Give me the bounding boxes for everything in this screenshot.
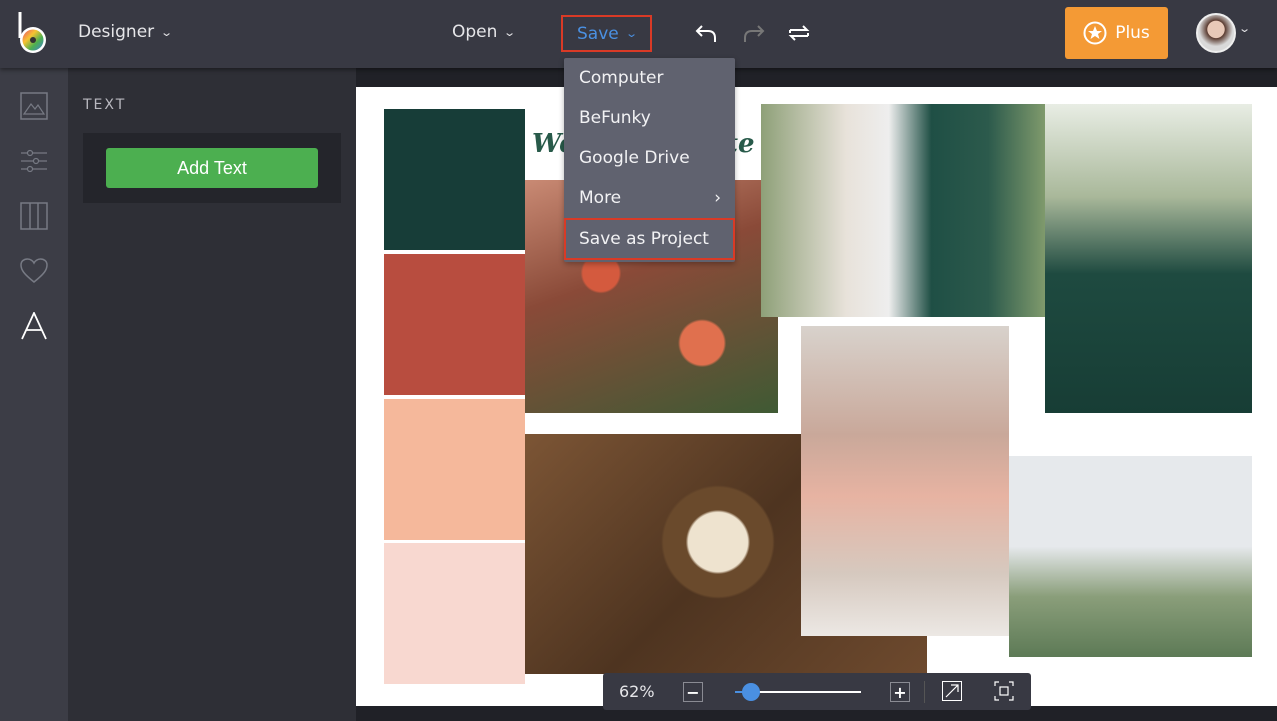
design-canvas[interactable]: We te — [356, 87, 1277, 706]
add-text-section: Add Text — [83, 133, 341, 203]
chevron-down-icon: ⌄ — [624, 27, 638, 40]
chevron-down-icon: ⌄ — [160, 25, 174, 39]
star-icon — [1083, 21, 1107, 45]
redo-icon[interactable] — [740, 20, 766, 46]
add-text-button[interactable]: Add Text — [106, 148, 318, 188]
menu-item-label: BeFunky — [579, 108, 651, 128]
chevron-down-icon[interactable]: ⌄ — [1238, 22, 1251, 35]
color-swatch[interactable] — [384, 109, 525, 250]
divider — [924, 681, 925, 703]
layout-icon[interactable] — [20, 202, 48, 230]
menu-item-label: Save as Project — [579, 229, 709, 249]
text-icon[interactable] — [20, 312, 48, 340]
bridesmaids-photo[interactable] — [1045, 104, 1252, 413]
plus-label: Plus — [1115, 23, 1150, 43]
save-to-google-drive[interactable]: Google Drive — [564, 138, 735, 178]
sliders-icon[interactable] — [20, 147, 48, 175]
open-dropdown[interactable]: Open ⌄ — [452, 22, 517, 42]
color-swatch[interactable] — [384, 543, 525, 684]
bride-bridesmaid-photo[interactable] — [761, 104, 1045, 317]
undo-icon[interactable] — [694, 20, 720, 46]
designer-label: Designer — [78, 22, 155, 42]
save-to-befunky[interactable]: BeFunky — [564, 98, 735, 138]
save-menu: Computer BeFunky Google Drive More › Save… — [564, 58, 735, 262]
workspace: We te — [356, 68, 1277, 721]
tool-rail — [0, 68, 68, 721]
color-swatch[interactable] — [384, 399, 525, 540]
zoom-slider-handle[interactable] — [742, 683, 760, 701]
arch-flowers-photo[interactable] — [1009, 456, 1252, 657]
befunky-logo[interactable] — [16, 10, 50, 56]
zoom-in-button[interactable]: + — [890, 682, 910, 702]
zoom-level: 62% — [619, 682, 655, 701]
color-swatch[interactable] — [384, 254, 525, 395]
save-dropdown[interactable]: Save ⌄ — [561, 15, 652, 52]
expand-icon[interactable] — [942, 681, 962, 701]
save-label: Save — [577, 23, 619, 44]
save-more[interactable]: More › — [564, 178, 735, 218]
zoom-out-button[interactable]: − — [683, 682, 703, 702]
centerpiece-photo[interactable] — [801, 326, 1009, 636]
text-panel: TEXT Add Text — [68, 68, 356, 721]
zoom-bar: 62% − + — [603, 673, 1031, 710]
chevron-down-icon: ⌄ — [503, 25, 517, 39]
designer-mode-dropdown[interactable]: Designer ⌄ — [78, 22, 174, 42]
image-icon[interactable] — [20, 92, 48, 120]
save-to-computer[interactable]: Computer — [564, 58, 735, 98]
plus-upgrade-button[interactable]: Plus — [1065, 7, 1168, 59]
zoom-slider[interactable] — [735, 683, 861, 701]
open-label: Open — [452, 22, 498, 42]
swap-icon[interactable] — [786, 20, 812, 46]
heart-icon[interactable] — [20, 257, 48, 285]
menu-item-label: Google Drive — [579, 148, 690, 168]
save-as-project[interactable]: Save as Project — [564, 218, 735, 260]
menu-item-label: Computer — [579, 68, 664, 88]
fit-to-screen-icon[interactable] — [994, 681, 1014, 701]
menu-item-label: More — [579, 188, 622, 208]
chevron-right-icon: › — [714, 188, 721, 208]
panel-title: TEXT — [83, 97, 127, 113]
user-avatar[interactable] — [1196, 13, 1236, 53]
